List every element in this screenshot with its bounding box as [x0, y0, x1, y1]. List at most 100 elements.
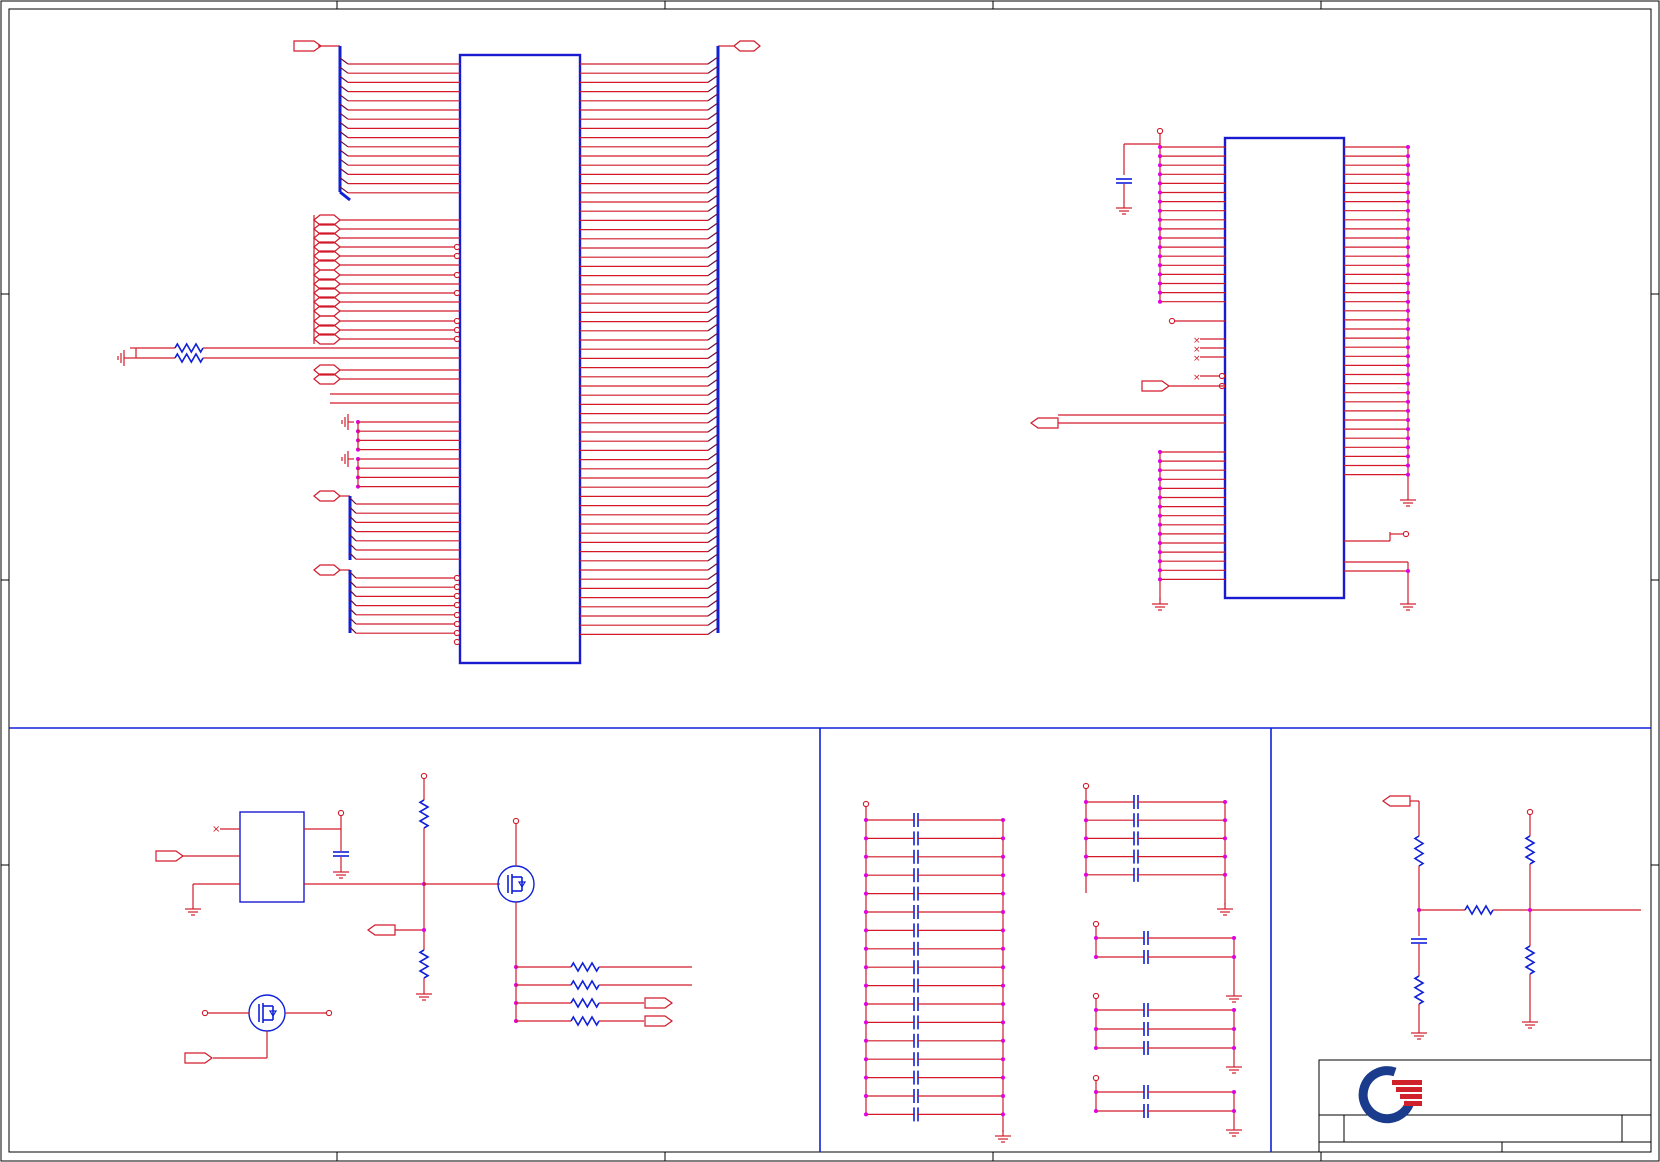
decoupling-capacitor-bank — [862, 782, 1242, 1143]
resistor-zigzag — [1413, 835, 1425, 867]
capacitor-icon — [913, 1033, 919, 1048]
junction-dot — [1158, 486, 1162, 491]
junction-dot — [864, 946, 868, 951]
junction-dot — [1094, 1008, 1098, 1012]
junction-dot — [864, 891, 868, 896]
junction-dot — [864, 1057, 868, 1062]
pin-circle — [453, 583, 461, 591]
resistor-zigzag — [570, 1015, 600, 1027]
resistor-icon — [570, 979, 600, 991]
ic-body — [1223, 136, 1346, 600]
junction-dot — [1406, 569, 1410, 573]
capacitor-icon — [913, 905, 919, 919]
resistor-zigzag — [1524, 835, 1536, 865]
pin-circle — [512, 817, 520, 825]
pin-circle — [1168, 317, 1176, 325]
capacitor-icon — [333, 851, 349, 857]
gnd-icon — [1400, 494, 1416, 507]
pin-circle — [453, 620, 461, 628]
ic-symbol: ×××× — [1029, 127, 1416, 611]
pin-circle — [453, 326, 461, 334]
vcc-icon — [1156, 127, 1164, 135]
capacitor-icon — [1143, 1022, 1149, 1036]
junction-dot — [1158, 504, 1162, 509]
junction-dot — [422, 928, 426, 932]
junction-dot — [864, 873, 868, 878]
vcc-icon — [1526, 808, 1534, 816]
gnd-icon — [416, 988, 432, 1001]
junction-dot — [1001, 873, 1005, 878]
resistor-icon — [1413, 835, 1425, 867]
junction-dot — [1406, 327, 1410, 331]
capacitor-icon — [1411, 938, 1427, 944]
vcc-icon — [862, 800, 870, 808]
junction-dot — [1406, 336, 1410, 341]
junction-dot — [864, 854, 868, 859]
pin-circle — [453, 335, 461, 343]
capacitor-icon — [1143, 931, 1149, 945]
port-icon — [1029, 417, 1059, 429]
regulator-ic-body — [239, 811, 305, 903]
junction-dot — [1406, 408, 1410, 413]
junction-dot — [1406, 217, 1410, 222]
pin-circle — [453, 629, 461, 637]
junction-dot — [1158, 254, 1162, 259]
port-icon — [184, 1052, 214, 1064]
gnd-icon — [1226, 1061, 1242, 1074]
capacitor-icon — [913, 868, 919, 883]
port-icon — [293, 40, 323, 52]
junction-dot — [1158, 217, 1162, 222]
junction-dot — [1406, 245, 1410, 250]
connector-body — [458, 53, 582, 665]
capacitor-icon — [1143, 1003, 1149, 1017]
capacitor-icon — [913, 1015, 919, 1030]
junction-dot — [1406, 390, 1410, 395]
junction-dot — [1158, 495, 1162, 500]
junction-dot — [1406, 317, 1410, 322]
pin-circle — [1092, 1074, 1100, 1082]
gnd-icon — [1400, 598, 1416, 611]
junction-dot — [1406, 454, 1410, 459]
capacitor-icon — [913, 923, 919, 938]
junction-dot — [1094, 1090, 1098, 1094]
junction-dot — [1001, 910, 1005, 914]
gnd-icon — [1226, 990, 1242, 1003]
junction-dot — [1001, 983, 1005, 988]
junction-dot — [1406, 463, 1410, 468]
junction-dot — [1232, 1109, 1236, 1113]
vcc-icon — [420, 772, 428, 780]
gnd-icon — [1217, 903, 1233, 916]
capacitor-icon — [1143, 1041, 1149, 1055]
pin-circle — [1402, 530, 1410, 538]
resistor-zigzag — [570, 961, 600, 973]
resistor-zigzag — [174, 352, 204, 364]
junction-dot — [1158, 199, 1162, 204]
resistor-zigzag — [570, 997, 600, 1009]
junction-dot — [1406, 372, 1410, 377]
junction-dot — [1158, 522, 1162, 527]
junction-dot — [1232, 1008, 1236, 1012]
port-icon — [733, 40, 761, 52]
junction-dot — [1001, 1075, 1005, 1080]
resistor-icon — [570, 1015, 600, 1027]
junction-dot — [1158, 459, 1162, 464]
pin-circle — [1092, 920, 1100, 928]
junction-dot — [1158, 568, 1162, 573]
company-logo-icon — [1358, 1066, 1422, 1124]
capacitor-icon — [1133, 813, 1139, 828]
junction-dot — [1406, 363, 1410, 368]
main-connector-symbol — [117, 40, 761, 665]
capacitor-icon — [913, 941, 919, 956]
capacitor-icon — [913, 1107, 919, 1122]
junction-dot — [1001, 1057, 1005, 1062]
junction-dot — [1406, 308, 1410, 313]
junction-dot — [1084, 836, 1088, 841]
junction-dot — [1223, 854, 1227, 859]
junction-dot — [1084, 854, 1088, 859]
gnd-icon — [117, 350, 130, 366]
junction-dot — [1001, 1094, 1005, 1098]
junction-dot — [1001, 1002, 1005, 1006]
junction-dot — [1001, 1020, 1005, 1025]
junction-dot — [864, 1002, 868, 1006]
junction-dot — [1406, 354, 1410, 359]
